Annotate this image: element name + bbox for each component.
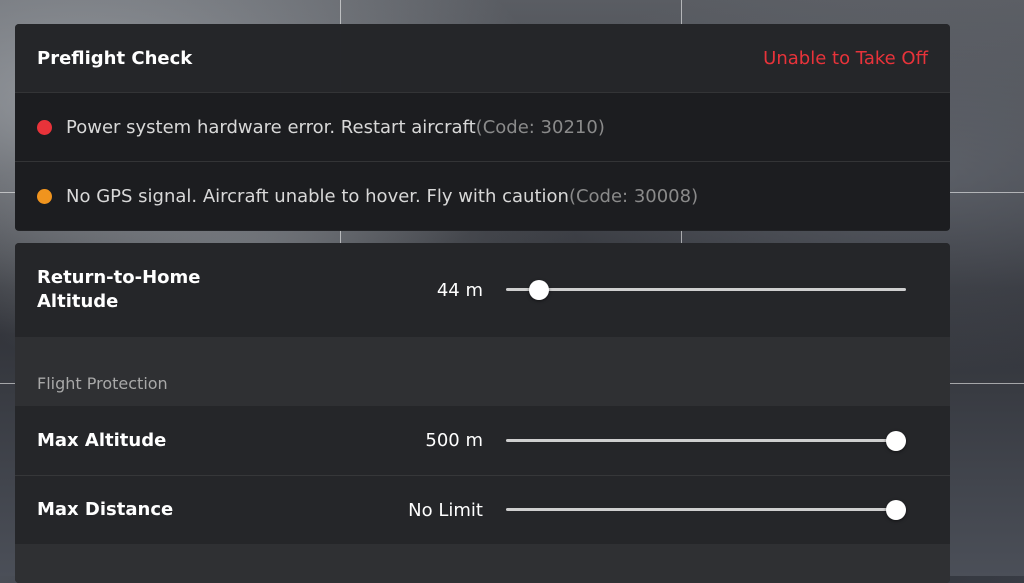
error-dot-icon [37, 119, 52, 135]
max-distance-label: Max Distance [37, 499, 174, 520]
slider-track [506, 508, 906, 511]
panel-footer [15, 544, 950, 583]
preflight-code: (Code: 30008) [568, 185, 699, 207]
slider-track [506, 288, 906, 291]
takeoff-status: Unable to Take Off [763, 47, 928, 69]
preflight-item-warning[interactable]: No GPS signal. Aircraft unable to hover.… [15, 161, 950, 230]
preflight-code: (Code: 30210) [475, 116, 605, 138]
preflight-item-error[interactable]: Power system hardware error. Restart air… [15, 92, 950, 161]
rth-altitude-value: 44 m [436, 279, 483, 301]
max-distance-value: No Limit [408, 499, 483, 521]
max-altitude-value: 500 m [425, 430, 483, 451]
slider-track [506, 438, 906, 442]
preflight-message: No GPS signal. Aircraft unable to hover.… [66, 185, 569, 207]
rth-altitude-slider[interactable] [506, 280, 906, 300]
section-label: Flight Protection [37, 374, 168, 393]
preflight-title: Preflight Check [37, 47, 193, 69]
max-distance-slider[interactable] [506, 500, 906, 520]
max-altitude-label: Max Altitude [37, 429, 167, 451]
warning-dot-icon [37, 188, 52, 204]
max-altitude-slider[interactable] [506, 430, 906, 451]
max-distance-row: Max Distance No Limit [15, 475, 950, 544]
rth-altitude-label: Return-to-Home Altitude [37, 267, 201, 312]
preflight-message: Power system hardware error. Restart air… [66, 116, 476, 138]
max-altitude-row: Max Altitude 500 m [15, 406, 950, 475]
preflight-check-panel: Preflight Check Unable to Take Off Power… [15, 24, 950, 231]
flight-settings-panel: Return-to-Home Altitude 44 m Flight Prot… [15, 243, 950, 583]
slider-thumb[interactable] [886, 500, 906, 520]
slider-thumb[interactable] [886, 430, 906, 451]
flight-protection-section-header: Flight Protection [15, 337, 950, 406]
slider-thumb[interactable] [528, 280, 549, 300]
rth-altitude-row: Return-to-Home Altitude 44 m [15, 243, 950, 337]
preflight-header: Preflight Check Unable to Take Off [15, 24, 950, 92]
